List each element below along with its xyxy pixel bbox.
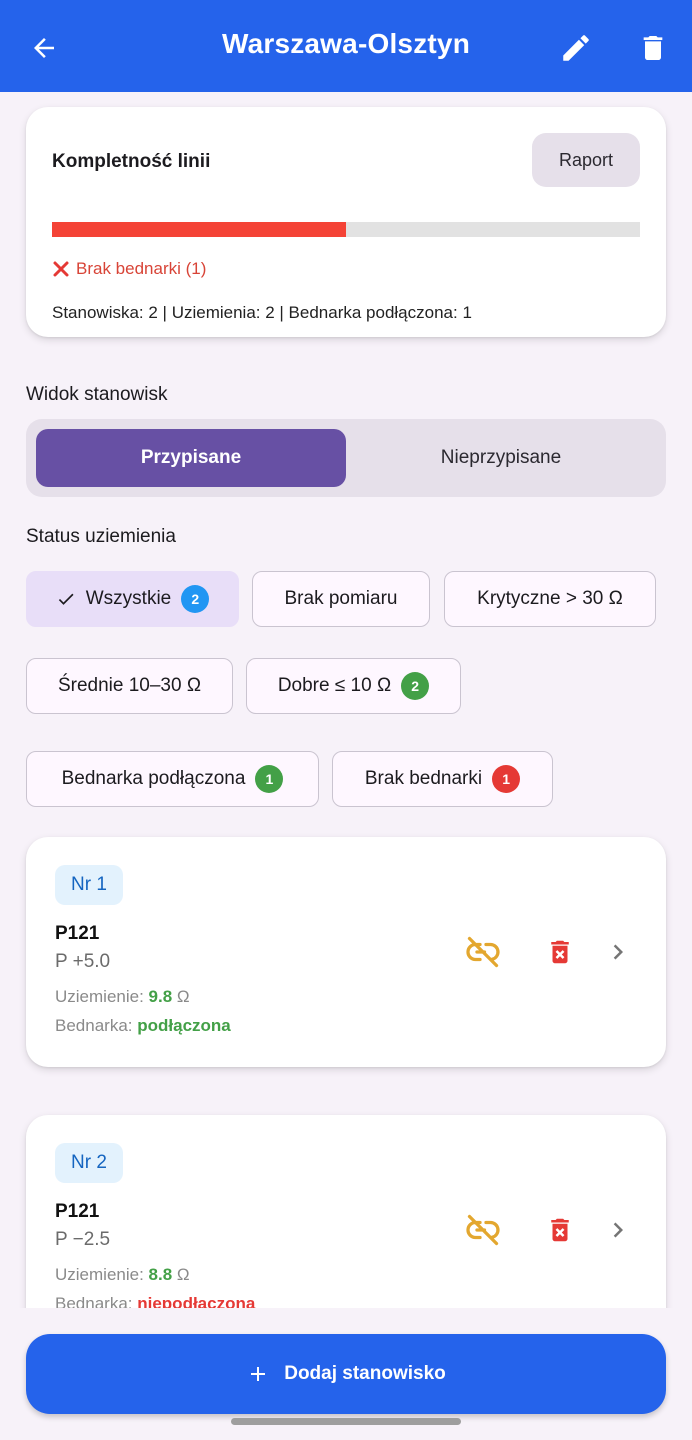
station-number-badge: Nr 2 — [55, 1143, 123, 1183]
count-badge: 2 — [401, 672, 430, 700]
grounding-label: Uziemienie: — [55, 1265, 149, 1284]
home-indicator[interactable] — [231, 1418, 461, 1425]
missing-flat-warning: Brak bednarki (1) — [52, 259, 206, 279]
station-name: P121 — [55, 1201, 100, 1222]
chip-no-flat[interactable]: Brak bednarki 1 — [332, 751, 553, 807]
count-badge: 1 — [255, 765, 284, 793]
missing-flat-text: Brak bednarki (1) — [76, 259, 207, 278]
pencil-icon — [563, 35, 589, 61]
chevron-right-icon — [613, 944, 623, 960]
station-card[interactable]: Nr 1 P121 P +5.0 Uziemienie: 9.8 Ω Bedna… — [26, 837, 666, 1067]
unlink-button[interactable] — [459, 1206, 507, 1254]
station-card[interactable]: Nr 2 P121 P −2.5 Uziemienie: 8.8 Ω Bedna… — [26, 1115, 666, 1308]
chip-label: Dobre ≤ 10 Ω — [277, 675, 392, 696]
chip-all[interactable]: Wszystkie 2 — [26, 571, 239, 627]
app-bar: Warszawa-Olsztyn — [0, 0, 692, 92]
segment-unassigned[interactable]: Nieprzypisane — [346, 429, 656, 487]
chip-label: Wszystkie — [85, 588, 172, 609]
grounding-value: 9.8 — [148, 987, 173, 1006]
chip-label: Krytyczne > 30 Ω — [477, 588, 623, 609]
plus-icon — [251, 1367, 266, 1381]
delete-station-button[interactable] — [536, 1206, 584, 1254]
add-station-button[interactable]: Dodaj stanowisko — [26, 1334, 666, 1414]
link-off-icon — [466, 936, 500, 968]
station-name: P121 — [55, 923, 100, 944]
delete-line-button[interactable] — [631, 26, 675, 70]
station-position: P +5.0 — [55, 951, 111, 972]
delete-forever-icon — [551, 940, 569, 964]
flat-label: Bednarka: — [55, 1294, 138, 1308]
grounding-unit: Ω — [172, 987, 190, 1006]
chevron-right-icon — [613, 1222, 623, 1238]
station-position: P −2.5 — [55, 1229, 111, 1250]
link-off-icon — [466, 1214, 500, 1246]
progress-fill — [52, 222, 346, 237]
grounding-info: Uziemienie: 8.8 Ω — [55, 1265, 190, 1285]
report-button[interactable]: Raport — [532, 133, 640, 187]
chip-label: Bednarka podłączona — [61, 768, 246, 789]
view-section-label: Widok stanowisk — [26, 384, 168, 405]
chip-flat-connected[interactable]: Bednarka podłączona 1 — [26, 751, 319, 807]
grounding-unit: Ω — [172, 1265, 190, 1284]
station-number-badge: Nr 1 — [55, 865, 123, 905]
count-badge: 1 — [492, 765, 521, 793]
chip-label: Brak pomiaru — [284, 588, 398, 609]
flat-info: Bednarka: podłączona — [55, 1016, 231, 1036]
add-station-label: Dodaj stanowisko — [284, 1363, 446, 1384]
flat-label: Bednarka: — [55, 1016, 138, 1035]
chip-label: Średnie 10–30 Ω — [57, 675, 202, 696]
open-station-button[interactable] — [594, 928, 642, 976]
flat-info: Bednarka: niepodłączona — [55, 1294, 255, 1308]
flat-status: niepodłączona — [137, 1294, 256, 1308]
delete-forever-icon — [551, 1218, 569, 1242]
edit-button[interactable] — [554, 26, 598, 70]
grounding-value: 8.8 — [148, 1265, 173, 1284]
status-section-label: Status uziemienia — [26, 526, 176, 547]
open-station-button[interactable] — [594, 1206, 642, 1254]
chip-no-measurement[interactable]: Brak pomiaru — [252, 571, 430, 627]
chip-critical[interactable]: Krytyczne > 30 Ω — [444, 571, 656, 627]
delete-station-button[interactable] — [536, 928, 584, 976]
count-badge: 2 — [181, 585, 210, 613]
cross-icon — [53, 261, 69, 277]
completeness-progress-bar — [52, 222, 640, 237]
unlink-button[interactable] — [459, 928, 507, 976]
grounding-info: Uziemienie: 9.8 Ω — [55, 987, 190, 1007]
view-segmented-control: Przypisane Nieprzypisane — [26, 419, 666, 497]
flat-status: podłączona — [137, 1016, 231, 1035]
completeness-stats: Stanowiska: 2 | Uziemienia: 2 | Bednarka… — [52, 303, 472, 322]
trash-icon — [643, 36, 663, 60]
check-icon — [58, 593, 74, 605]
chip-good[interactable]: Dobre ≤ 10 Ω 2 — [246, 658, 461, 714]
segment-assigned[interactable]: Przypisane — [36, 429, 346, 487]
grounding-label: Uziemienie: — [55, 987, 149, 1006]
chip-medium[interactable]: Średnie 10–30 Ω — [26, 658, 233, 714]
content-scroll[interactable]: Kompletność linii Raport Brak bednarki (… — [0, 92, 692, 1308]
chip-label: Brak bednarki — [364, 768, 483, 789]
completeness-title: Kompletność linii — [52, 151, 211, 172]
completeness-card: Kompletność linii Raport Brak bednarki (… — [26, 107, 666, 337]
